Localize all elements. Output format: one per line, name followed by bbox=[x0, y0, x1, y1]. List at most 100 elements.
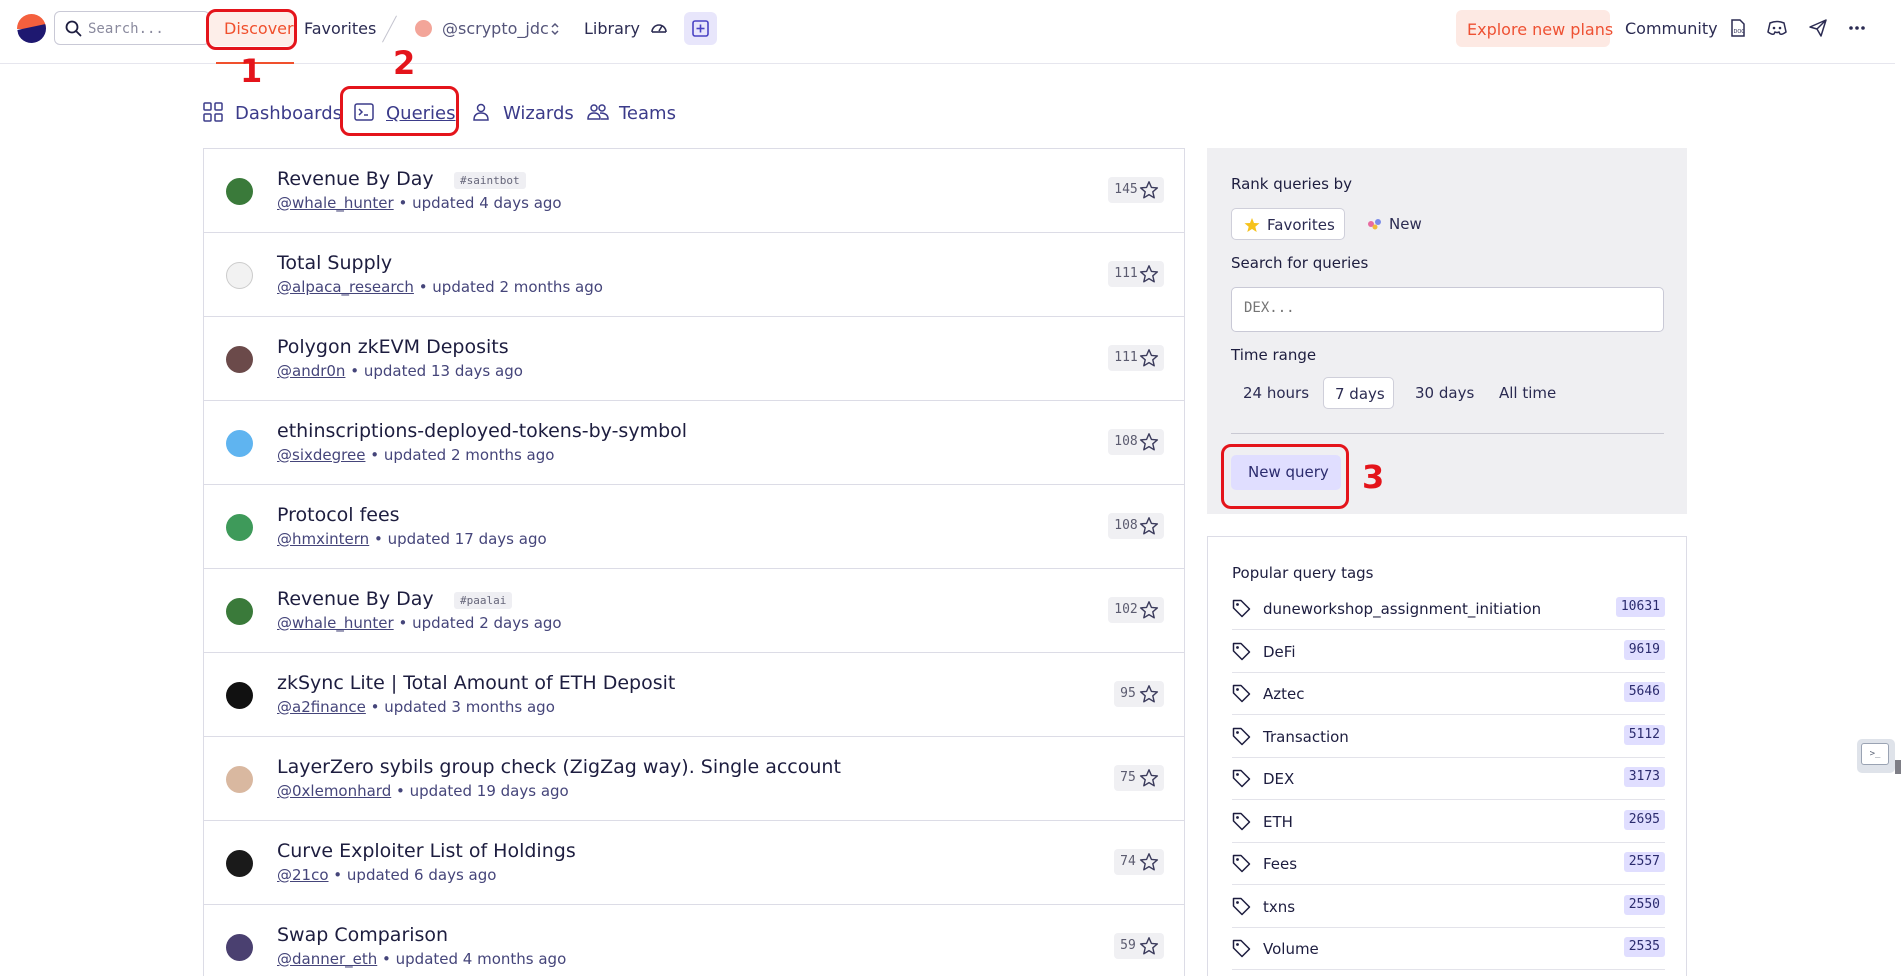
query-title[interactable]: Swap Comparison bbox=[277, 924, 448, 946]
favorite-button[interactable]: 145 bbox=[1108, 177, 1164, 203]
favorite-button[interactable]: 108 bbox=[1108, 513, 1164, 539]
tab-dashboards-label: Dashboards bbox=[235, 103, 343, 124]
query-search-input[interactable] bbox=[1244, 300, 1644, 316]
more-icon[interactable] bbox=[1849, 26, 1865, 30]
star-icon bbox=[1139, 937, 1159, 955]
query-search-field[interactable] bbox=[1231, 287, 1664, 332]
time-7d[interactable]: 7 days bbox=[1323, 377, 1394, 409]
user-avatar[interactable] bbox=[415, 20, 432, 37]
query-row[interactable]: Swap Comparison @danner_eth • updated 4 m… bbox=[204, 905, 1184, 976]
rank-favorites-chip[interactable]: Favorites bbox=[1231, 208, 1345, 240]
tag-row[interactable]: Aztec 5646 bbox=[1232, 673, 1665, 715]
query-tag[interactable]: #paalai bbox=[454, 592, 513, 609]
tab-wizards[interactable]: Wizards bbox=[471, 100, 574, 126]
owner-avatar[interactable] bbox=[226, 430, 253, 457]
tab-teams[interactable]: Teams bbox=[587, 100, 687, 126]
nav-favorites[interactable]: Favorites bbox=[304, 19, 376, 38]
query-row[interactable]: zkSync Lite | Total Amount of ETH Deposi… bbox=[204, 653, 1184, 737]
tag-row[interactable]: DeFi 9619 bbox=[1232, 631, 1665, 673]
query-row[interactable]: ethinscriptions-deployed-tokens-by-symbo… bbox=[204, 401, 1184, 485]
telegram-icon[interactable] bbox=[1809, 19, 1827, 37]
query-title[interactable]: LayerZero sybils group check (ZigZag way… bbox=[277, 756, 841, 778]
query-title[interactable]: zkSync Lite | Total Amount of ETH Deposi… bbox=[277, 672, 675, 694]
time-24h[interactable]: 24 hours bbox=[1231, 377, 1311, 409]
owner-avatar[interactable] bbox=[226, 598, 253, 625]
query-owner-link[interactable]: @a2finance bbox=[277, 698, 366, 716]
gauge-icon[interactable] bbox=[650, 19, 668, 37]
favorite-button[interactable]: 111 bbox=[1108, 261, 1164, 287]
query-owner-link[interactable]: @danner_eth bbox=[277, 950, 377, 968]
tag-row[interactable]: duneworkshop_assignment_initiation 10631 bbox=[1232, 588, 1665, 630]
query-updated: • updated 17 days ago bbox=[373, 530, 547, 548]
favorite-button[interactable]: 111 bbox=[1108, 345, 1164, 371]
query-row[interactable]: Total Supply @alpaca_research • updated 2… bbox=[204, 233, 1184, 317]
create-new-button[interactable] bbox=[684, 12, 717, 45]
query-row[interactable]: Revenue By Day #saintbot @whale_hunter • u… bbox=[204, 149, 1184, 233]
tag-count: 5646 bbox=[1623, 682, 1665, 702]
owner-avatar[interactable] bbox=[226, 514, 253, 541]
query-meta: @andr0n • updated 13 days ago bbox=[277, 362, 523, 380]
favorite-button[interactable]: 59 bbox=[1114, 933, 1164, 959]
query-title[interactable]: Revenue By Day bbox=[277, 168, 434, 190]
query-owner-link[interactable]: @21co bbox=[277, 866, 329, 884]
time-30d[interactable]: 30 days bbox=[1403, 377, 1479, 409]
query-title[interactable]: Curve Exploiter List of Holdings bbox=[277, 840, 576, 862]
tab-dashboards[interactable]: Dashboards bbox=[203, 100, 342, 126]
query-title[interactable]: Polygon zkEVM Deposits bbox=[277, 336, 509, 358]
favorite-button[interactable]: 95 bbox=[1114, 681, 1164, 707]
tag-row[interactable]: txns 2550 bbox=[1232, 886, 1665, 928]
explore-plans-button[interactable]: Explore new plans bbox=[1456, 10, 1613, 47]
query-owner-link[interactable]: @whale_hunter bbox=[277, 194, 394, 212]
query-owner-link[interactable]: @alpaca_research bbox=[277, 278, 414, 296]
owner-avatar[interactable] bbox=[226, 850, 253, 877]
tag-row[interactable]: ETH 2695 bbox=[1232, 801, 1665, 843]
rank-new-chip[interactable]: New bbox=[1355, 208, 1429, 240]
query-owner-link[interactable]: @andr0n bbox=[277, 362, 345, 380]
query-title[interactable]: Total Supply bbox=[277, 252, 392, 274]
query-row[interactable]: Polygon zkEVM Deposits @andr0n • updated … bbox=[204, 317, 1184, 401]
query-title[interactable]: Revenue By Day bbox=[277, 588, 434, 610]
discord-icon[interactable] bbox=[1767, 20, 1787, 36]
query-owner-link[interactable]: @0xlemonhard bbox=[277, 782, 391, 800]
owner-avatar[interactable] bbox=[226, 682, 253, 709]
tag-row[interactable]: DEX 3173 bbox=[1232, 758, 1665, 800]
query-row[interactable]: Curve Exploiter List of Holdings @21co • … bbox=[204, 821, 1184, 905]
owner-avatar[interactable] bbox=[226, 262, 253, 289]
dune-logo[interactable] bbox=[17, 14, 46, 43]
query-row[interactable]: Protocol fees @hmxintern • updated 17 day… bbox=[204, 485, 1184, 569]
favorite-button[interactable]: 74 bbox=[1114, 849, 1164, 875]
user-switcher[interactable]: @scrypto_jdc bbox=[442, 19, 549, 38]
query-updated: • updated 3 months ago bbox=[370, 698, 555, 716]
tag-count: 2550 bbox=[1623, 894, 1665, 915]
tag-row[interactable]: Fees 2557 bbox=[1232, 843, 1665, 885]
tag-count: 5112 bbox=[1623, 724, 1665, 745]
owner-avatar[interactable] bbox=[226, 178, 253, 205]
query-owner-link[interactable]: @sixdegree bbox=[277, 446, 365, 464]
nav-library[interactable]: Library bbox=[584, 19, 640, 38]
nav-community[interactable]: Community bbox=[1625, 19, 1718, 38]
favorite-button[interactable]: 75 bbox=[1114, 765, 1164, 791]
query-row[interactable]: Revenue By Day #paalai @whale_hunter • upd… bbox=[204, 569, 1184, 653]
tag-row[interactable]: Volume 2535 bbox=[1232, 928, 1665, 970]
favorite-button[interactable]: 102 bbox=[1108, 597, 1164, 623]
time-24h-label: 24 hours bbox=[1243, 384, 1310, 402]
docs-icon[interactable]: DOC bbox=[1730, 19, 1746, 37]
query-owner-link[interactable]: @hmxintern bbox=[277, 530, 369, 548]
query-tag[interactable]: #saintbot bbox=[454, 172, 526, 189]
query-title[interactable]: ethinscriptions-deployed-tokens-by-symbo… bbox=[277, 420, 687, 442]
tag-row[interactable]: Transaction 5112 bbox=[1232, 716, 1665, 758]
console-widget[interactable]: >_ bbox=[1857, 739, 1895, 773]
favorite-count: 95 bbox=[1120, 686, 1136, 701]
query-row[interactable]: LayerZero sybils group check (ZigZag way… bbox=[204, 737, 1184, 821]
owner-avatar[interactable] bbox=[226, 934, 253, 961]
time-all[interactable]: All time bbox=[1487, 377, 1567, 409]
global-search-input[interactable]: Search... bbox=[54, 11, 210, 45]
query-owner-link[interactable]: @whale_hunter bbox=[277, 614, 394, 632]
query-title[interactable]: Protocol fees bbox=[277, 504, 400, 526]
chevron-updown-icon[interactable] bbox=[550, 21, 560, 37]
favorite-button[interactable]: 108 bbox=[1108, 429, 1164, 455]
owner-avatar[interactable] bbox=[226, 766, 253, 793]
query-meta: @a2finance • updated 3 months ago bbox=[277, 698, 555, 716]
owner-avatar[interactable] bbox=[226, 346, 253, 373]
scrollbar-thumb[interactable] bbox=[1895, 760, 1901, 774]
